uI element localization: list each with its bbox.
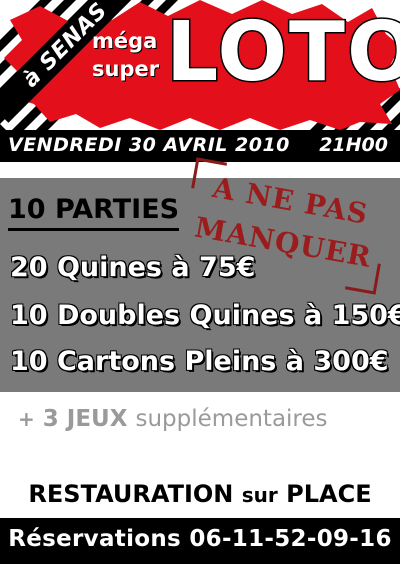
event-date: VENDREDI 30 AVRIL 2010 xyxy=(8,134,290,156)
resto-word-2: sur xyxy=(241,483,278,507)
extra-suffix: supplémentaires xyxy=(135,406,328,432)
reservation-text: Réservations 06-11-52-09-16 xyxy=(8,526,392,552)
game-line: 10 Cartons Pleins à 300€ xyxy=(10,346,389,377)
loto-poster: à SENAS méga super LOTO VENDREDI 30 AVRI… xyxy=(0,0,400,564)
resto-word-1: RESTAURATION xyxy=(28,480,234,508)
extra-count: 3 JEUX xyxy=(42,406,128,432)
restaurant-notice: RESTAURATION sur PLACE xyxy=(0,480,400,508)
event-time: 21H00 xyxy=(319,134,388,156)
poster-header: à SENAS méga super LOTO xyxy=(0,0,400,130)
mega-label: méga xyxy=(92,29,158,53)
reservation-bar: Réservations 06-11-52-09-16 xyxy=(0,518,400,564)
extra-games: + 3 JEUX supplémentaires xyxy=(18,406,328,432)
game-line: 10 Doubles Quines à 150€ xyxy=(10,300,400,331)
extra-plus: + xyxy=(18,407,35,431)
parties-heading: 10 PARTIES xyxy=(8,194,180,231)
poster-title: LOTO xyxy=(165,5,400,100)
super-label: super xyxy=(92,57,160,81)
resto-word-3: PLACE xyxy=(286,480,372,508)
